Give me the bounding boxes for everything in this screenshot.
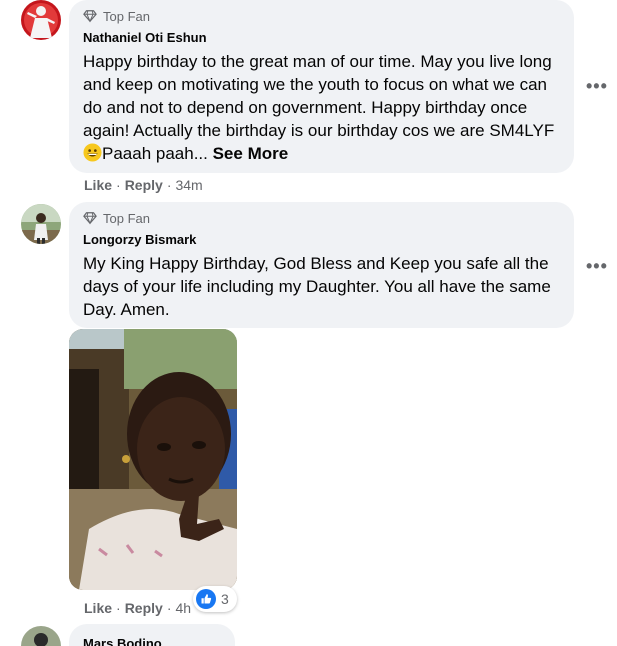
separator: · [116,600,121,616]
comment-actions: Like · Reply · 34m [84,177,203,193]
comment-photo[interactable] [69,329,237,590]
comment-author[interactable]: Longorzy Bismark [83,232,562,248]
reply-button[interactable]: Reply [125,600,163,616]
comment-bubble: Top Fan Nathaniel Oti Eshun Happy birthd… [69,0,574,173]
comment-bubble: Mars Bodino [69,624,235,646]
separator: · [116,177,121,193]
comment-author[interactable]: Mars Bodino [83,636,223,646]
like-reaction-icon [196,589,216,609]
badge-label: Top Fan [103,8,150,24]
reaction-count[interactable]: 3 [193,586,237,612]
more-options-icon[interactable]: ••• [586,76,608,97]
comment-text: My King Happy Birthday, God Bless and Ke… [83,254,551,319]
comment-author[interactable]: Nathaniel Oti Eshun [83,30,562,46]
reply-button[interactable]: Reply [125,177,163,193]
top-fan-badge: Top Fan [83,210,562,226]
like-button[interactable]: Like [84,600,112,616]
top-fan-badge: Top Fan [83,8,562,24]
comment-timestamp[interactable]: 4h [175,600,191,616]
like-button[interactable]: Like [84,177,112,193]
avatar[interactable] [21,626,61,646]
reaction-count-label: 3 [221,591,229,607]
comment-bubble: Top Fan Longorzy Bismark My King Happy B… [69,202,574,328]
avatar[interactable] [21,204,61,244]
diamond-icon [83,212,97,225]
avatar[interactable] [21,0,61,40]
grinning-emoji-icon [83,143,102,162]
see-more-link[interactable]: See More [213,144,289,163]
comment-actions: Like · Reply · 4h [84,600,191,616]
comment-text: Happy birthday to the great man of our t… [83,52,555,163]
comment-timestamp[interactable]: 34m [175,177,202,193]
more-options-icon[interactable]: ••• [586,256,608,277]
separator: · [166,177,172,193]
diamond-icon [83,10,97,23]
badge-label: Top Fan [103,210,150,226]
separator: · [166,600,172,616]
